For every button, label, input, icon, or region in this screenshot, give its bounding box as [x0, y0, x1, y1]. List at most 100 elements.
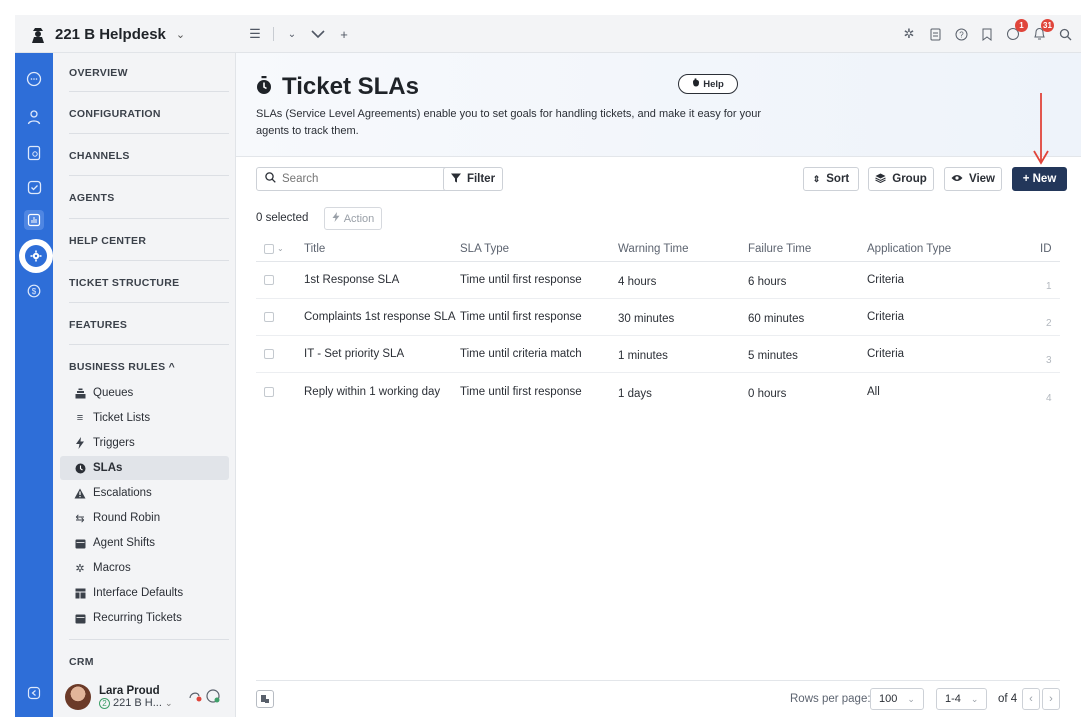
user-icon[interactable] [24, 107, 44, 127]
action-label: Action [343, 212, 375, 225]
help-label: Help [703, 78, 724, 90]
column-title[interactable]: Title [304, 236, 325, 261]
sidebar-item-triggers[interactable]: Triggers [60, 431, 229, 455]
view-button[interactable]: View [944, 167, 1002, 191]
sidebar-item-label: Interface Defaults [93, 587, 184, 599]
help-circle-icon[interactable]: ? [953, 26, 969, 42]
list-view-icon[interactable]: ☰ [247, 26, 263, 42]
reports-icon[interactable] [24, 210, 44, 230]
admin-settings-icon[interactable] [19, 239, 53, 273]
sidebar-section-help-center[interactable]: HELP CENTER [69, 235, 229, 247]
sidebar-section-business-rules[interactable]: BUSINESS RULES ^ [69, 361, 229, 373]
sidebar-item-queues[interactable]: Queues [60, 381, 229, 405]
row-checkbox[interactable] [264, 299, 274, 335]
user-profile[interactable]: Lara Proud 2 221 B H... ⌄ [53, 677, 236, 717]
warning-time: 1 days [618, 387, 652, 400]
group-button[interactable]: Group [868, 167, 934, 191]
search-input[interactable] [282, 173, 432, 185]
add-tab-icon[interactable]: + [336, 26, 352, 42]
page-range-select[interactable]: 1-4 ⌄ [936, 688, 988, 710]
billing-icon[interactable]: $ [24, 281, 44, 301]
sidebar-item-label: Queues [93, 387, 134, 399]
bell-icon[interactable]: 31 [1031, 19, 1054, 42]
sidebar-section-configuration[interactable]: CONFIGURATION [69, 108, 229, 120]
page-title: Ticket SLAs [282, 73, 419, 100]
column-warning-time[interactable]: Warning Time [618, 236, 689, 261]
table-row[interactable]: IT - Set priority SLA Time until criteri… [256, 336, 1060, 373]
logout-icon[interactable] [24, 683, 44, 703]
document-icon[interactable] [927, 26, 943, 42]
interface-icon [74, 587, 86, 599]
table-row[interactable]: Complaints 1st response SLA Time until f… [256, 299, 1060, 336]
filter-button[interactable]: Filter [443, 167, 503, 191]
warning-time: 1 minutes [618, 350, 668, 362]
tab-tools: ☰ ⌄ + [247, 15, 352, 53]
column-sla-type[interactable]: SLA Type [460, 236, 509, 261]
prev-page-button[interactable]: ‹ [1022, 688, 1040, 710]
chevron-right-icon: › [1049, 693, 1053, 705]
sla-type: Time until first response [460, 311, 582, 323]
sidebar-item-slas[interactable]: SLAs [60, 456, 229, 480]
select-all-checkbox[interactable]: ⌄ [264, 236, 284, 261]
sidebar-section-ticket-structure[interactable]: TICKET STRUCTURE [69, 277, 229, 289]
sidebar-item-label: Agent Shifts [93, 537, 156, 549]
sidebar-section-overview[interactable]: OVERVIEW [69, 67, 229, 79]
sidebar-item-interface-defaults[interactable]: Interface Defaults [60, 581, 229, 605]
sidebar-item-label: Ticket Lists [93, 412, 151, 424]
search-icon[interactable] [1057, 26, 1073, 42]
availability-icon[interactable] [187, 688, 221, 707]
sidebar-item-agent-shifts[interactable]: Agent Shifts [60, 531, 229, 555]
chevron-down-icon[interactable]: ⌄ [284, 26, 300, 42]
search-field[interactable] [256, 167, 448, 191]
collapse-chevron-icon[interactable] [310, 26, 326, 42]
sidebar-item-ticket-lists[interactable]: ≡ Ticket Lists [60, 406, 229, 430]
table-row[interactable]: 1st Response SLA Time until first respon… [256, 262, 1060, 299]
sidebar-item-macros[interactable]: ✲ Macros [60, 556, 229, 580]
task-check-icon[interactable] [24, 177, 44, 197]
ticket-search-icon[interactable] [24, 143, 44, 163]
export-icon[interactable] [256, 690, 274, 708]
page-header: Ticket SLAs Help SLAs (Service Level Agr… [236, 53, 1081, 157]
chat-icon[interactable] [24, 69, 44, 89]
bookmark-icon[interactable] [979, 26, 995, 42]
sort-button[interactable]: ⇕ Sort [803, 167, 859, 191]
sidebar-item-recurring-tickets[interactable]: Recurring Tickets [60, 606, 229, 630]
sidebar-item-escalations[interactable]: Escalations [60, 481, 229, 505]
sidebar-section-crm[interactable]: CRM [69, 656, 229, 668]
sidebar-item-label: Macros [93, 562, 131, 574]
rows-per-page-label: Rows per page: [790, 693, 871, 705]
column-id[interactable]: ID [1040, 236, 1052, 261]
sidebar-section-channels[interactable]: CHANNELS [69, 150, 229, 162]
helpdesk-switcher[interactable]: 221 B Helpdesk ⌄ [15, 15, 235, 53]
notification-badge: 1 [1015, 19, 1028, 32]
sla-title: 1st Response SLA [304, 274, 400, 286]
sidebar-item-label: Triggers [93, 437, 135, 449]
chat-notifications-icon[interactable]: 1 [1005, 19, 1028, 42]
next-page-button[interactable]: › [1042, 688, 1060, 710]
sla-type: Time until criteria match [460, 348, 582, 360]
sidebar-section-agents[interactable]: AGENTS [69, 192, 229, 204]
row-checkbox[interactable] [264, 262, 274, 298]
sparkle-icon[interactable]: ✲ [901, 26, 917, 42]
help-button[interactable]: Help [678, 74, 738, 94]
detective-logo-icon [29, 24, 47, 44]
sidebar-section-features[interactable]: FEATURES [69, 319, 229, 331]
group-label: Group [892, 173, 927, 185]
column-failure-time[interactable]: Failure Time [748, 236, 811, 261]
stopwatch-icon [256, 76, 272, 98]
table-header: ⌄ Title SLA Type Warning Time Failure Ti… [256, 236, 1060, 262]
search-icon [265, 172, 276, 186]
row-checkbox[interactable] [264, 336, 274, 372]
table-footer: Rows per page: 100 ⌄ 1-4 ⌄ of 4 ‹ › [256, 680, 1060, 716]
settings-sidebar: OVERVIEW CONFIGURATION CHANNELS AGENTS H… [53, 53, 236, 717]
column-application-type[interactable]: Application Type [867, 236, 951, 261]
table-row[interactable]: Reply within 1 working day Time until fi… [256, 373, 1060, 410]
row-checkbox[interactable] [264, 373, 274, 410]
rows-per-page-select[interactable]: 100 ⌄ [870, 688, 924, 710]
new-sla-button[interactable]: + New [1012, 167, 1067, 191]
divider [69, 639, 229, 640]
sidebar-item-round-robin[interactable]: ⇆ Round Robin [60, 506, 229, 530]
action-button[interactable]: Action [324, 207, 382, 230]
view-label: View [969, 173, 995, 185]
sidebar-item-label: SLAs [93, 462, 123, 474]
